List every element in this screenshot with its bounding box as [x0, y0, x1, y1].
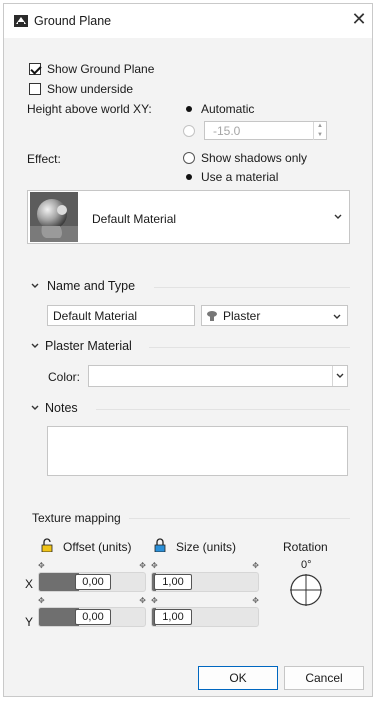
notes-header[interactable]: Notes	[45, 401, 78, 415]
chevron-down-icon[interactable]	[335, 372, 345, 380]
plaster-divider	[149, 347, 350, 348]
ground-plane-app-icon	[14, 15, 28, 27]
size-lock-closed-icon[interactable]	[154, 538, 166, 552]
y-axis-label: Y	[25, 615, 34, 629]
use-material-label[interactable]: Use a material	[201, 170, 278, 184]
notes-divider	[96, 409, 350, 410]
height-spinner[interactable]: ▲ ▼	[313, 122, 326, 140]
material-name-value: Default Material	[53, 309, 138, 323]
name-type-collapse-icon[interactable]	[30, 282, 40, 290]
automatic-radio[interactable]	[183, 103, 195, 115]
ok-button[interactable]: OK	[198, 666, 278, 690]
notes-collapse-icon[interactable]	[30, 404, 40, 412]
size-y-slider[interactable]: 1,00	[151, 607, 259, 627]
height-value-text: -15.0	[213, 124, 241, 138]
offset-label: Offset (units)	[63, 540, 132, 554]
size-label: Size (units)	[176, 540, 237, 554]
use-material-radio[interactable]	[183, 171, 195, 183]
cancel-button[interactable]: Cancel	[284, 666, 364, 690]
offset-y-slider[interactable]: 0,00	[38, 607, 146, 627]
offset-lock-open-icon[interactable]	[41, 538, 53, 552]
size-x-slider[interactable]: 1,00	[151, 572, 259, 592]
material-type-dropdown[interactable]: Plaster	[201, 305, 348, 326]
material-type-value: Plaster	[223, 309, 261, 323]
color-picker-dropdown[interactable]	[88, 365, 348, 387]
material-selector[interactable]: Default Material	[27, 190, 350, 244]
plaster-icon	[207, 311, 217, 321]
name-type-divider	[154, 287, 350, 288]
offset-y-slider-fill	[39, 608, 79, 626]
color-dropdown-button[interactable]	[332, 366, 347, 386]
shadows-only-radio[interactable]	[183, 152, 195, 164]
chevron-down-icon[interactable]	[333, 213, 343, 221]
chevron-down-icon[interactable]	[332, 313, 342, 321]
window-title: Ground Plane	[34, 14, 112, 28]
offset-y-input[interactable]: 0,00	[75, 609, 111, 625]
spin-up-icon[interactable]: ▲	[314, 122, 326, 131]
rotation-label: Rotation	[283, 540, 328, 554]
show-underside-checkbox[interactable]	[29, 83, 41, 95]
effect-label: Effect:	[27, 152, 61, 166]
size-y-input[interactable]: 1,00	[154, 609, 192, 625]
height-value-input[interactable]: -15.0 ▲ ▼	[204, 121, 327, 140]
offset-x-input[interactable]: 0,00	[75, 574, 111, 590]
rotation-dial[interactable]	[289, 573, 323, 607]
name-type-header[interactable]: Name and Type	[47, 279, 135, 293]
offset-x-slider-fill	[39, 573, 79, 591]
material-name-input[interactable]: Default Material	[47, 305, 195, 326]
rotation-value: 0°	[301, 559, 312, 571]
offset-x-slider[interactable]: 0,00	[38, 572, 146, 592]
texture-divider	[129, 518, 350, 519]
notes-textarea[interactable]	[47, 426, 348, 476]
texture-mapping-header: Texture mapping	[32, 511, 121, 525]
material-preview-thumbnail	[30, 192, 78, 242]
color-label: Color:	[48, 370, 81, 384]
plaster-material-header[interactable]: Plaster Material	[45, 339, 132, 353]
height-value-radio[interactable]	[183, 125, 195, 137]
plaster-collapse-icon[interactable]	[30, 342, 40, 350]
show-ground-plane-checkbox[interactable]	[29, 63, 41, 75]
title-bar: Ground Plane ✕	[4, 4, 372, 38]
show-ground-plane-label[interactable]: Show Ground Plane	[47, 62, 154, 76]
x-axis-label: X	[25, 577, 34, 591]
spin-down-icon[interactable]: ▼	[314, 131, 326, 140]
ground-plane-dialog: Ground Plane ✕ Show Ground Plane Show un…	[3, 3, 373, 697]
height-label: Height above world XY:	[27, 102, 152, 116]
close-button[interactable]: ✕	[350, 10, 368, 28]
material-sphere-icon	[30, 192, 78, 242]
size-x-input[interactable]: 1,00	[154, 574, 192, 590]
dialog-content: Show Ground Plane Show underside Height …	[4, 38, 372, 696]
shadows-only-label[interactable]: Show shadows only	[201, 151, 307, 165]
show-underside-label[interactable]: Show underside	[47, 82, 133, 96]
material-name: Default Material	[92, 212, 177, 226]
automatic-label[interactable]: Automatic	[201, 102, 254, 116]
